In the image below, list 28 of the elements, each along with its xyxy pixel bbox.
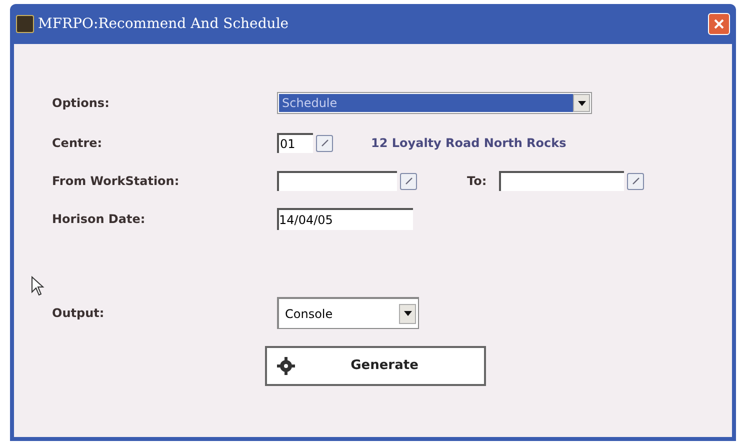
options-dropdown[interactable]: Schedule xyxy=(277,92,592,114)
close-icon xyxy=(714,19,724,29)
field-label: Centre: xyxy=(52,135,104,152)
dropdown-arrow-button[interactable] xyxy=(399,304,416,324)
dropdown-arrow-button[interactable] xyxy=(573,94,590,112)
dropdown-value: Console xyxy=(285,306,334,322)
centre-field[interactable]: 01 xyxy=(277,133,313,153)
generate-button[interactable]: Generate xyxy=(265,346,486,386)
from-workstation-field[interactable] xyxy=(277,171,397,191)
caret-icon xyxy=(404,311,412,316)
window-title: MFRPO:Recommend And Schedule xyxy=(38,14,290,34)
lookup-button[interactable] xyxy=(400,172,417,190)
field-label: From WorkStation: xyxy=(52,173,180,190)
field-label: Horison Date: xyxy=(52,211,146,228)
field-label: Output: xyxy=(52,305,106,322)
output-dropdown[interactable]: Console xyxy=(277,297,419,329)
mouse-pointer-icon xyxy=(31,276,45,296)
to-workstation-field[interactable] xyxy=(499,171,624,191)
dropdown-value: Schedule xyxy=(279,94,573,112)
centre-address: 12 Loyalty Road North Rocks xyxy=(371,135,566,152)
caret-icon xyxy=(578,100,586,106)
field-label: Options: xyxy=(52,95,110,112)
horison-date-field[interactable]: 14/04/05 xyxy=(277,208,413,230)
lookup-button[interactable] xyxy=(627,172,644,190)
lookup-button[interactable] xyxy=(316,134,333,152)
field-label: To: xyxy=(467,173,488,190)
close-button[interactable] xyxy=(708,13,730,35)
app-logo-icon xyxy=(16,15,34,33)
